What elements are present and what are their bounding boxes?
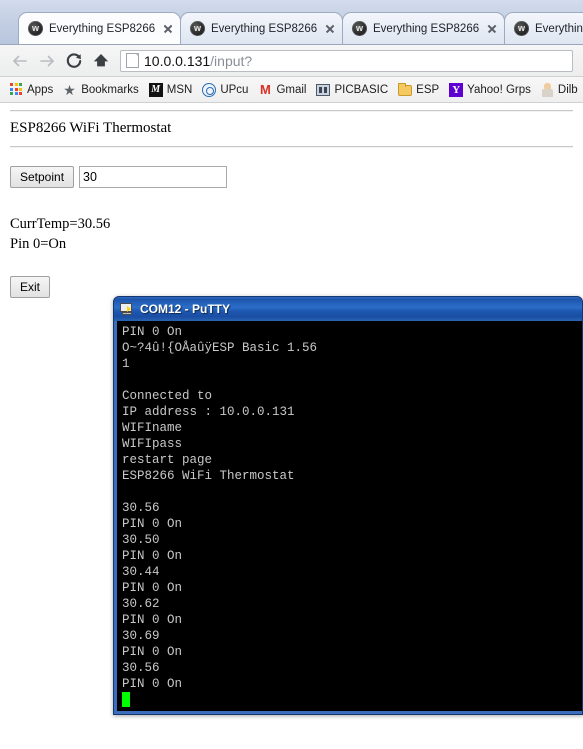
bookmark-bookmarks[interactable]: ★ Bookmarks <box>58 80 144 100</box>
bookmark-dilbert[interactable]: Dilb <box>536 80 583 100</box>
apps-grid-icon <box>10 83 23 96</box>
putty-terminal-body[interactable]: PIN 0 On O~?4û!{OÅaûÿESP Basic 1.56 1 Co… <box>117 321 582 711</box>
reload-button[interactable] <box>60 48 87 74</box>
close-tab-icon[interactable] <box>484 21 500 37</box>
putty-window[interactable]: COM12 - PuTTY PIN 0 On O~?4û!{OÅaûÿESP B… <box>113 296 583 715</box>
divider-bottom <box>10 146 573 148</box>
bookmark-gmail[interactable]: M Gmail <box>253 80 311 100</box>
url-path: /input? <box>210 52 253 69</box>
bookmark-label: Gmail <box>276 83 307 96</box>
page-title: ESP8266 WiFi Thermostat <box>10 120 172 136</box>
address-bar-url: 10.0.0.131/input? <box>144 53 252 69</box>
navigation-toolbar: 10.0.0.131/input? <box>0 45 583 77</box>
tab-favicon-icon <box>28 21 43 36</box>
url-host: 10.0.0.131 <box>144 52 211 69</box>
browser-tab-2[interactable]: Everything ESP8266 - <box>180 12 343 44</box>
terminal-output: PIN 0 On O~?4û!{OÅaûÿESP Basic 1.56 1 Co… <box>117 321 582 709</box>
star-icon: ★ <box>63 81 76 98</box>
bookmarks-bar: Apps ★ Bookmarks M MSN UPcu M Gmail PICB… <box>0 77 583 103</box>
putty-terminal-icon <box>119 302 135 317</box>
browser-tab-1[interactable]: Everything ESP8266 - <box>18 12 181 44</box>
close-tab-icon[interactable] <box>160 21 176 37</box>
folder-icon <box>398 82 413 97</box>
browser-tab-4[interactable]: Everything <box>504 12 583 44</box>
browser-tab-3[interactable]: Everything ESP8266 - <box>342 12 505 44</box>
tab-favicon-icon <box>514 21 529 36</box>
tab-favicon-icon <box>190 21 205 36</box>
setpoint-button[interactable]: Setpoint <box>10 166 75 188</box>
address-bar[interactable]: 10.0.0.131/input? <box>120 49 573 72</box>
yahoo-icon: Y <box>449 82 464 97</box>
picbasic-icon <box>316 83 331 96</box>
tab-title: Everything ESP8266 - <box>211 22 319 35</box>
tab-favicon-icon <box>352 21 367 36</box>
bookmark-picbasic[interactable]: PICBASIC <box>311 80 393 100</box>
bookmark-msn[interactable]: M MSN <box>144 80 198 100</box>
bookmark-esp[interactable]: ESP <box>393 80 444 100</box>
bookmark-yahoo-grps[interactable]: Y Yahoo! Grps <box>444 80 536 100</box>
bookmark-label: Bookmarks <box>81 83 139 96</box>
msn-icon: M <box>148 82 163 97</box>
tab-title: Everything ESP8266 - <box>373 22 481 35</box>
upcu-icon <box>202 82 217 97</box>
forward-button[interactable] <box>33 48 60 74</box>
home-button[interactable] <box>87 48 114 74</box>
setpoint-input[interactable] <box>79 166 228 188</box>
bookmark-label: UPcu <box>220 83 249 96</box>
bookmark-label: ESP <box>416 83 440 96</box>
status-readout: CurrTemp=30.56 Pin 0=On <box>10 214 573 254</box>
close-tab-icon[interactable] <box>322 21 338 37</box>
bookmark-label: Dilb <box>557 83 578 96</box>
exit-row: Exit <box>10 276 573 298</box>
tab-title: Everything <box>535 22 583 35</box>
current-temp-text: CurrTemp=30.56 <box>10 216 111 232</box>
bookmark-label: Apps <box>27 83 54 96</box>
bookmark-upcu[interactable]: UPcu <box>197 80 253 100</box>
bookmark-label: Yahoo! Grps <box>467 83 531 96</box>
putty-title-bar[interactable]: COM12 - PuTTY <box>114 297 582 321</box>
putty-window-title: COM12 - PuTTY <box>140 302 231 316</box>
exit-button[interactable]: Exit <box>10 276 51 298</box>
bookmark-apps[interactable]: Apps <box>5 80 58 100</box>
back-button[interactable] <box>6 48 33 74</box>
bookmark-label: MSN <box>166 83 193 96</box>
tab-strip: Everything ESP8266 - Everything ESP8266 … <box>0 0 583 45</box>
terminal-cursor <box>122 692 130 707</box>
pin-state-text: Pin 0=On <box>10 236 67 252</box>
document-icon <box>126 53 139 68</box>
gmail-icon: M <box>260 81 271 97</box>
dilbert-icon <box>541 82 554 97</box>
bookmark-label: PICBASIC <box>334 83 389 96</box>
tab-title: Everything ESP8266 - <box>49 22 157 35</box>
divider-top <box>10 110 573 112</box>
setpoint-form: Setpoint <box>10 166 573 188</box>
